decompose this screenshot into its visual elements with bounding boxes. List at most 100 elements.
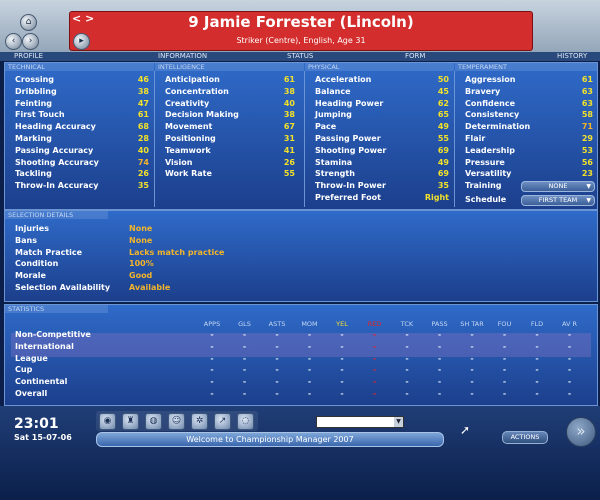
attribute-row: Anticipation 61 (165, 74, 295, 85)
stat-cell: - (372, 377, 377, 387)
attribute-value: 61 (137, 110, 149, 120)
tab-information[interactable]: INFORMATION (158, 52, 207, 60)
stat-cell: - (307, 365, 312, 375)
stat-row-label: League (15, 353, 48, 363)
world-icon[interactable]: ◍ (145, 413, 162, 430)
attribute-row: Tackling 26 (15, 168, 149, 179)
trophy-icon[interactable]: ♜ (122, 413, 139, 430)
selection-value: Available (129, 283, 171, 292)
stat-column-header[interactable]: MOM (295, 320, 325, 328)
stat-cell: - (502, 330, 507, 339)
stat-cell: - (275, 353, 279, 363)
continue-icon[interactable]: » (566, 417, 596, 447)
statistics-panel: STATISTICS APPS GLS ASTS MOM YEL RED TCK PASS SH… (4, 304, 598, 406)
stat-row-label: Continental (15, 377, 68, 387)
nav-cluster: ⌂ ‹ › (4, 4, 52, 50)
attribute-name: Balance (315, 86, 351, 96)
attribute-value: 38 (283, 110, 295, 120)
table-row: Overall - - - - - - - - - - - - (15, 388, 595, 399)
player-menu-icon[interactable]: ▸ (73, 33, 90, 50)
selection-label: Injuries (15, 224, 49, 233)
stat-cell: - (210, 377, 214, 387)
table-row: International - - - - - - - - - - - - (15, 341, 595, 352)
selection-value: 100% (129, 259, 154, 269)
stat-column-header[interactable]: AV R (555, 320, 585, 328)
training-select[interactable]: NONE ▼ (521, 181, 595, 192)
stat-row-label: International (15, 341, 74, 351)
globe-icon[interactable]: ◉ (99, 413, 116, 430)
stat-cell: - (210, 389, 214, 398)
stat-cell: - (470, 377, 474, 387)
tab-status[interactable]: STATUS (287, 52, 313, 60)
attribute-value: 55 (437, 134, 449, 143)
attribute-name: Determination (465, 122, 531, 132)
chart-icon[interactable]: ↗ (214, 413, 231, 430)
attribute-value: 35 (437, 181, 449, 191)
stat-column-header[interactable]: ASTS (262, 320, 292, 328)
attribute-row: Decision Making 38 (165, 109, 295, 120)
actions-button[interactable]: ACTIONS (502, 431, 548, 444)
tab-history[interactable]: HISTORY (557, 52, 587, 60)
attribute-value: 63 (581, 86, 593, 96)
schedule-select[interactable]: FIRST TEAM ▼ (521, 195, 595, 206)
selection-label: Condition (15, 259, 59, 269)
home-icon[interactable]: ⌂ (20, 14, 37, 31)
attribute-value: 58 (581, 110, 593, 120)
stat-cell: - (242, 341, 247, 351)
stat-cell: - (275, 330, 279, 339)
statistics-heading: STATISTICS (5, 305, 108, 313)
selection-heading: SELECTION DETAILS (5, 211, 108, 219)
stat-column-header[interactable]: PASS (425, 320, 455, 328)
stat-column-header[interactable]: TCK (392, 320, 422, 328)
attribute-row: Positioning 31 (165, 133, 295, 144)
attributes-panel: TECHNICAL INTELLIGENCE PHYSICAL TEMPERAM… (4, 62, 598, 210)
stat-column-header[interactable]: RED (360, 320, 390, 328)
selection-panel: SELECTION DETAILS Injuries None Bans None Ma… (4, 210, 598, 302)
player-subtitle: Striker (Centre), English, Age 31 (236, 36, 366, 45)
selection-row: Condition 100% (15, 258, 315, 269)
settings-icon[interactable]: ✲ (191, 413, 208, 430)
tab-form[interactable]: FORM (405, 52, 425, 60)
attribute-name: Dribbling (15, 86, 57, 96)
stat-cell: - (275, 377, 279, 387)
stat-column-header[interactable]: GLS (230, 320, 260, 328)
attribute-value: 67 (283, 122, 295, 132)
attribute-row: Shooting Accuracy 74 (15, 157, 149, 168)
stat-cell: - (405, 365, 409, 375)
stat-column-header[interactable]: SH TAR (457, 320, 487, 328)
chevron-down-icon: ▼ (394, 417, 403, 427)
stat-column-header[interactable]: YEL (327, 320, 357, 328)
attribute-name: Heading Power (315, 98, 384, 108)
people-icon[interactable]: ☺ (168, 413, 185, 430)
stat-cell: - (372, 389, 377, 398)
attribute-name: Pace (315, 122, 337, 132)
player-title-box: < > 9 Jamie Forrester (Lincoln) Striker … (69, 11, 533, 51)
tab-profile[interactable]: PROFILE (14, 52, 43, 60)
stat-column-header[interactable]: FOU (490, 320, 520, 328)
attribute-value: 49 (437, 157, 449, 167)
stat-column-header[interactable]: APPS (197, 320, 227, 328)
back-icon[interactable]: ‹ (5, 33, 22, 50)
stat-cell: - (242, 353, 247, 363)
stat-cell: - (405, 353, 409, 363)
attribute-name: Tackling (15, 169, 52, 179)
selection-row: Selection Availability Available (15, 282, 315, 293)
attribute-name: Shooting Accuracy (15, 157, 99, 167)
attribute-name: Jumping (315, 110, 352, 120)
stat-column-header[interactable]: FLD (522, 320, 552, 328)
attribute-name: Crossing (15, 75, 54, 84)
attribute-name: Consistency (465, 110, 520, 120)
attribute-row: Passing Accuracy 40 (15, 145, 149, 156)
stat-cell: - (372, 353, 377, 363)
attribute-name: Throw-In Accuracy (15, 181, 99, 191)
selection-value: Lacks match practice (129, 247, 225, 257)
attribute-row: Confidence 63 (465, 98, 593, 109)
attribute-row: Throw-In Power 35 (315, 180, 449, 191)
quick-search-select[interactable]: ▼ (316, 416, 404, 428)
forward-icon[interactable]: › (22, 33, 39, 50)
attribute-name: Passing Power (315, 134, 381, 143)
training-label: Training (465, 181, 502, 190)
stat-cell: - (210, 365, 214, 375)
options-icon[interactable]: ◌ (237, 413, 254, 430)
chevron-down-icon: ▼ (586, 183, 591, 190)
